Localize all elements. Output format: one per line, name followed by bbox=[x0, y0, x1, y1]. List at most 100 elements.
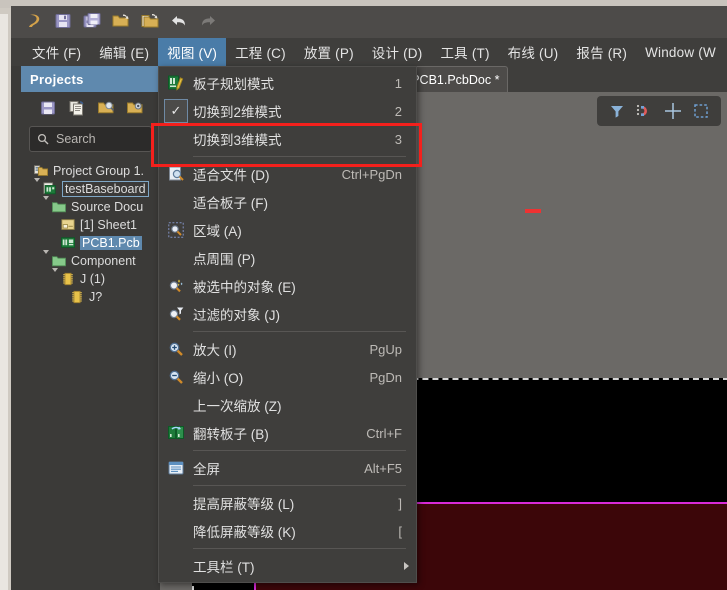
zoom-area-icon bbox=[159, 222, 193, 238]
pcb-canvas-toolbar bbox=[597, 96, 721, 126]
view-dropdown-menu: 板子规划模式 1 ✓ 切换到2维模式 2 切换到3维模式 3 适合文件 (D) Ctrl+PgD… bbox=[151, 66, 422, 583]
tree-item-label: Project Group 1. bbox=[53, 164, 145, 178]
projects-panel: Projects Search Project Group 1. testBase… bbox=[21, 66, 161, 590]
select-area-icon[interactable] bbox=[692, 102, 710, 120]
tree-item[interactable]: [1] Sheet1 bbox=[21, 216, 160, 234]
tree-item[interactable]: Component bbox=[21, 250, 160, 270]
save-icon[interactable] bbox=[52, 10, 74, 32]
check-icon: ✓ bbox=[159, 99, 193, 123]
tree-item-label: Component bbox=[71, 254, 136, 268]
view-menu-item[interactable]: 板子规划模式 1 bbox=[159, 69, 416, 97]
view-menu-item-shortcut: 1 bbox=[394, 75, 402, 91]
view-menu-item-label: 被选中的对象 (E) bbox=[193, 280, 296, 295]
zoom-out-icon bbox=[169, 370, 183, 384]
view-menu-item[interactable]: ✓ 切换到2维模式 2 bbox=[159, 97, 416, 125]
folder-icon bbox=[52, 254, 67, 268]
menu-separator bbox=[193, 450, 406, 451]
menu-route[interactable]: 布线 (U) bbox=[499, 38, 568, 66]
crosshair-icon[interactable] bbox=[664, 102, 682, 120]
tree-item-label: J? bbox=[89, 290, 103, 304]
view-menu-item-label: 适合文件 (D) bbox=[193, 168, 270, 183]
zoom-in-icon bbox=[159, 341, 193, 357]
left-dock-strip bbox=[11, 66, 21, 590]
view-menu-item[interactable]: 放大 (I) PgUp bbox=[159, 335, 416, 363]
menu-tools[interactable]: 工具 (T) bbox=[431, 38, 498, 66]
board-planning-icon bbox=[168, 75, 184, 91]
project-options-icon[interactable] bbox=[125, 98, 145, 118]
tree-item[interactable]: Project Group 1. bbox=[21, 162, 160, 180]
view-menu-item-label: 适合板子 (F) bbox=[193, 196, 268, 211]
menu-window[interactable]: Window (W bbox=[636, 41, 725, 64]
submenu-arrow-icon bbox=[404, 562, 409, 570]
magnet-snap-icon[interactable] bbox=[636, 102, 654, 120]
menu-view[interactable]: 视图 (V) bbox=[158, 38, 227, 66]
view-menu-item[interactable]: 过滤的对象 (J) bbox=[159, 300, 416, 328]
search-icon bbox=[37, 133, 49, 145]
view-menu-item[interactable]: 上一次缩放 (Z) bbox=[159, 391, 416, 419]
project-tree: Project Group 1. testBaseboard Source Docu… bbox=[21, 162, 160, 306]
zoom-in-icon bbox=[169, 342, 183, 356]
tree-item[interactable]: PCB1.Pcb bbox=[21, 234, 160, 252]
view-menu-item-label: 降低屏蔽等级 (K) bbox=[193, 525, 296, 540]
view-menu-item[interactable]: 降低屏蔽等级 (K) [ bbox=[159, 517, 416, 545]
view-menu-item-label: 工具栏 (T) bbox=[193, 560, 255, 575]
pcbdoc-icon bbox=[61, 237, 75, 248]
redo-icon[interactable] bbox=[197, 10, 219, 32]
search-input[interactable]: Search bbox=[29, 126, 152, 152]
zoom-out-icon bbox=[159, 369, 193, 385]
menu-design[interactable]: 设计 (D) bbox=[363, 38, 432, 66]
tree-item[interactable]: J? bbox=[21, 288, 160, 306]
component-icon bbox=[61, 272, 76, 286]
view-menu-item[interactable]: 被选中的对象 (E) bbox=[159, 272, 416, 300]
tree-twisty[interactable] bbox=[43, 196, 52, 214]
open-search-icon[interactable] bbox=[96, 98, 116, 118]
open-folder-icon[interactable] bbox=[110, 10, 132, 32]
menu-reports[interactable]: 报告 (R) bbox=[567, 38, 636, 66]
view-menu-item[interactable]: 提高屏蔽等级 (L)] bbox=[159, 489, 416, 517]
tree-twisty[interactable] bbox=[52, 268, 61, 286]
view-menu-item[interactable]: 工具栏 (T) bbox=[159, 552, 416, 580]
view-menu-item[interactable]: 切换到3维模式 3 bbox=[151, 123, 422, 167]
view-menu-item[interactable]: 点周围 (P) bbox=[159, 244, 416, 272]
document-tab-label: PCB1.PcbDoc * bbox=[411, 72, 500, 87]
menu-edit[interactable]: 编辑 (E) bbox=[90, 38, 158, 66]
view-menu-item[interactable]: 缩小 (O) PgDn bbox=[159, 363, 416, 391]
tree-twisty[interactable] bbox=[34, 178, 43, 196]
view-menu-item-shortcut: Ctrl+F bbox=[366, 425, 402, 441]
fit-document-icon bbox=[159, 166, 193, 182]
menu-file[interactable]: 文件 (F) bbox=[23, 38, 90, 66]
altium-logo-icon[interactable] bbox=[23, 10, 45, 32]
menu-place[interactable]: 放置 (P) bbox=[295, 38, 363, 66]
tree-item[interactable]: J (1) bbox=[21, 268, 160, 288]
tree-item[interactable]: Source Docu bbox=[21, 196, 160, 216]
view-menu-item[interactable]: 全屏 Alt+F5 bbox=[159, 454, 416, 482]
filter-icon[interactable] bbox=[608, 102, 626, 120]
view-menu-item-label: 切换到3维模式 bbox=[193, 133, 282, 148]
view-menu-item-shortcut: 3 bbox=[394, 131, 402, 147]
undo-icon[interactable] bbox=[168, 10, 190, 32]
view-menu-item[interactable]: 区域 (A) bbox=[159, 216, 416, 244]
fit-document-icon bbox=[169, 166, 184, 181]
view-menu-item-shortcut: 2 bbox=[394, 103, 402, 119]
view-menu-item[interactable]: 适合板子 (F) bbox=[159, 188, 416, 216]
view-menu-item-label: 板子规划模式 bbox=[193, 77, 274, 92]
canvas-red-marker bbox=[525, 209, 541, 213]
open-project-icon[interactable] bbox=[139, 10, 161, 32]
copy-icon[interactable] bbox=[67, 98, 87, 118]
zoom-selected-icon bbox=[159, 278, 193, 294]
zoom-filtered-icon bbox=[169, 307, 184, 321]
save-all-icon[interactable] bbox=[81, 10, 103, 32]
tree-twisty[interactable] bbox=[43, 250, 52, 268]
view-menu-item-shortcut: Ctrl+PgDn bbox=[341, 166, 402, 182]
save-icon[interactable] bbox=[38, 98, 58, 118]
tree-item-label: [1] Sheet1 bbox=[80, 218, 137, 232]
folder-icon bbox=[52, 202, 66, 213]
menu-project[interactable]: 工程 (C) bbox=[226, 38, 295, 66]
tree-item-label: testBaseboard bbox=[62, 181, 149, 197]
view-menu-item[interactable]: 适合文件 (D) Ctrl+PgDn bbox=[159, 160, 416, 188]
tree-item[interactable]: testBaseboard bbox=[21, 178, 160, 198]
component-icon bbox=[72, 290, 82, 304]
view-menu-item[interactable]: 翻转板子 (B) Ctrl+F bbox=[159, 419, 416, 447]
view-menu-item-label: 翻转板子 (B) bbox=[193, 427, 269, 442]
window-left-edge bbox=[0, 14, 8, 590]
